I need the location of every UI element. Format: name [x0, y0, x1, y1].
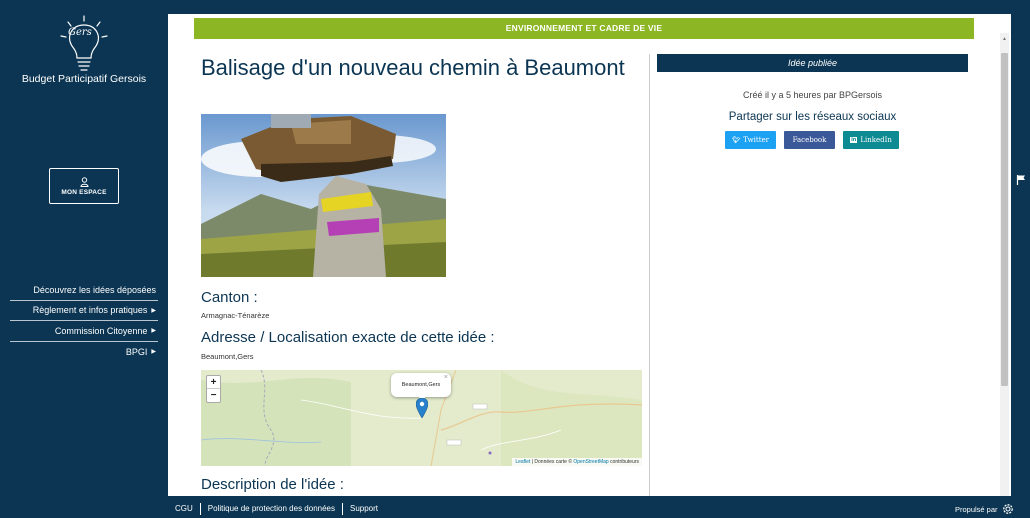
linkedin-icon: in	[850, 137, 858, 143]
zoom-out-button[interactable]: −	[207, 389, 220, 402]
twitter-icon: 🐦︎	[731, 136, 741, 144]
lightbulb-logo-icon[interactable]	[58, 14, 110, 76]
share-twitter-button[interactable]: 🐦︎ Twitter	[725, 131, 776, 149]
scroll-thumb[interactable]	[1001, 53, 1008, 386]
idea-panel: ENVIRONNEMENT ET CADRE DE VIE Balisage d…	[168, 14, 1011, 496]
share-linkedin-button[interactable]: in LinkedIn	[843, 131, 899, 149]
map-zoom-control: + −	[206, 375, 221, 403]
description-heading: Description de l'idée :	[201, 476, 344, 493]
address-heading: Adresse / Localisation exacte de cette i…	[201, 329, 495, 346]
popup-close-icon[interactable]: ×	[444, 370, 448, 390]
share-buttons: 🐦︎ Twitter Facebook in LinkedIn	[725, 131, 907, 149]
category-banner: ENVIRONNEMENT ET CADRE DE VIE	[194, 18, 974, 39]
leaflet-link[interactable]: Leaflet	[515, 459, 530, 465]
logo-text: Gers	[68, 27, 92, 38]
scroll-up-icon[interactable]: ▲	[1001, 33, 1008, 45]
sidebar-nav: Découvrez les idées déposées Règlement e…	[10, 280, 158, 362]
sidebar-item-commission[interactable]: Commission Citoyenne ▶	[10, 321, 158, 342]
site-name[interactable]: Budget Participatif Gersois	[0, 73, 168, 85]
map-attribution: Leaflet | Données carte © OpenStreetMap …	[512, 458, 642, 466]
canton-heading: Canton :	[201, 289, 258, 306]
mon-espace-label: MON ESPACE	[61, 188, 107, 196]
sidebar-item-reglement[interactable]: Règlement et infos pratiques ▶	[10, 301, 158, 321]
sidebar: Gers Budget Participatif Gersois MON ESP…	[0, 0, 168, 518]
map-popup: Beaumont,Gers ×	[391, 370, 451, 401]
page-scrollbar[interactable]: ▲	[1000, 33, 1009, 496]
share-facebook-button[interactable]: Facebook	[784, 131, 835, 149]
footer-link-support[interactable]: Support	[343, 503, 385, 515]
user-icon	[79, 176, 89, 187]
popup-label: Beaumont,Gers	[401, 382, 441, 388]
sidebar-item-idees[interactable]: Découvrez les idées déposées	[10, 280, 158, 301]
caret-right-icon: ▶	[151, 307, 156, 314]
map-marker-icon[interactable]	[416, 398, 428, 418]
flag-icon[interactable]	[1016, 174, 1026, 186]
idea-title: Balisage d'un nouveau chemin à Beaumont	[201, 55, 625, 80]
address-value: Beaumont,Gers	[201, 352, 254, 361]
mon-espace-button[interactable]: MON ESPACE	[49, 168, 119, 204]
zoom-in-button[interactable]: +	[207, 376, 220, 389]
share-heading: Partager sur les réseaux sociaux	[728, 111, 897, 123]
powered-by: Propulsé par	[955, 502, 1015, 516]
created-info: Créé il y a 5 heures par BPGersois	[742, 90, 883, 100]
caret-right-icon: ▶	[151, 328, 156, 335]
status-banner: Idée publiée	[657, 54, 968, 72]
column-divider	[649, 54, 650, 496]
location-map[interactable]: + − Beaumont,Gers × Leaflet | Données ca…	[201, 370, 642, 466]
caret-right-icon: ▶	[151, 349, 156, 356]
footer-link-privacy[interactable]: Politique de protection des données	[201, 503, 343, 515]
footer-links: CGU Politique de protection des données …	[168, 500, 385, 518]
canton-value: Armagnac-Ténarèze	[201, 311, 270, 320]
sidebar-item-bpgi[interactable]: BPGI ▶	[10, 342, 158, 363]
idea-photo	[201, 114, 446, 277]
osm-link[interactable]: OpenStreetMap	[573, 459, 608, 465]
footer-link-cgu[interactable]: CGU	[168, 503, 201, 515]
gear-logo-icon[interactable]	[1001, 502, 1015, 516]
